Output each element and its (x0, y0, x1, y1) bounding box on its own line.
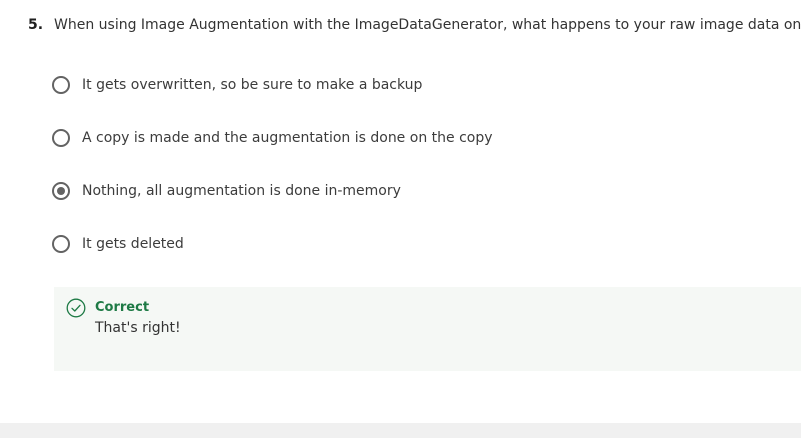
question-number: 5. (28, 17, 44, 33)
check-circle-icon (66, 298, 86, 318)
option-3[interactable]: Nothing, all augmentation is done in-mem… (52, 180, 652, 202)
option-4[interactable]: It gets deleted (52, 233, 652, 255)
radio-button[interactable] (52, 129, 70, 147)
answer-options: It gets overwritten, so be sure to make … (52, 74, 652, 286)
feedback-panel: Correct That's right! (54, 287, 801, 371)
option-label: Nothing, all augmentation is done in-mem… (82, 183, 401, 199)
feedback-message: That's right! (95, 320, 181, 336)
option-2[interactable]: A copy is made and the augmentation is d… (52, 127, 652, 149)
radio-button[interactable] (52, 76, 70, 94)
question: 5. When using Image Augmentation with th… (28, 17, 801, 33)
feedback-status: Correct (95, 300, 150, 315)
bottom-divider-bar (0, 423, 801, 438)
radio-button-selected[interactable] (52, 182, 70, 200)
option-1[interactable]: It gets overwritten, so be sure to make … (52, 74, 652, 96)
option-label: A copy is made and the augmentation is d… (82, 130, 493, 146)
option-label: It gets overwritten, so be sure to make … (82, 77, 423, 93)
question-text: When using Image Augmentation with the I… (54, 17, 801, 33)
radio-button[interactable] (52, 235, 70, 253)
option-label: It gets deleted (82, 236, 184, 252)
